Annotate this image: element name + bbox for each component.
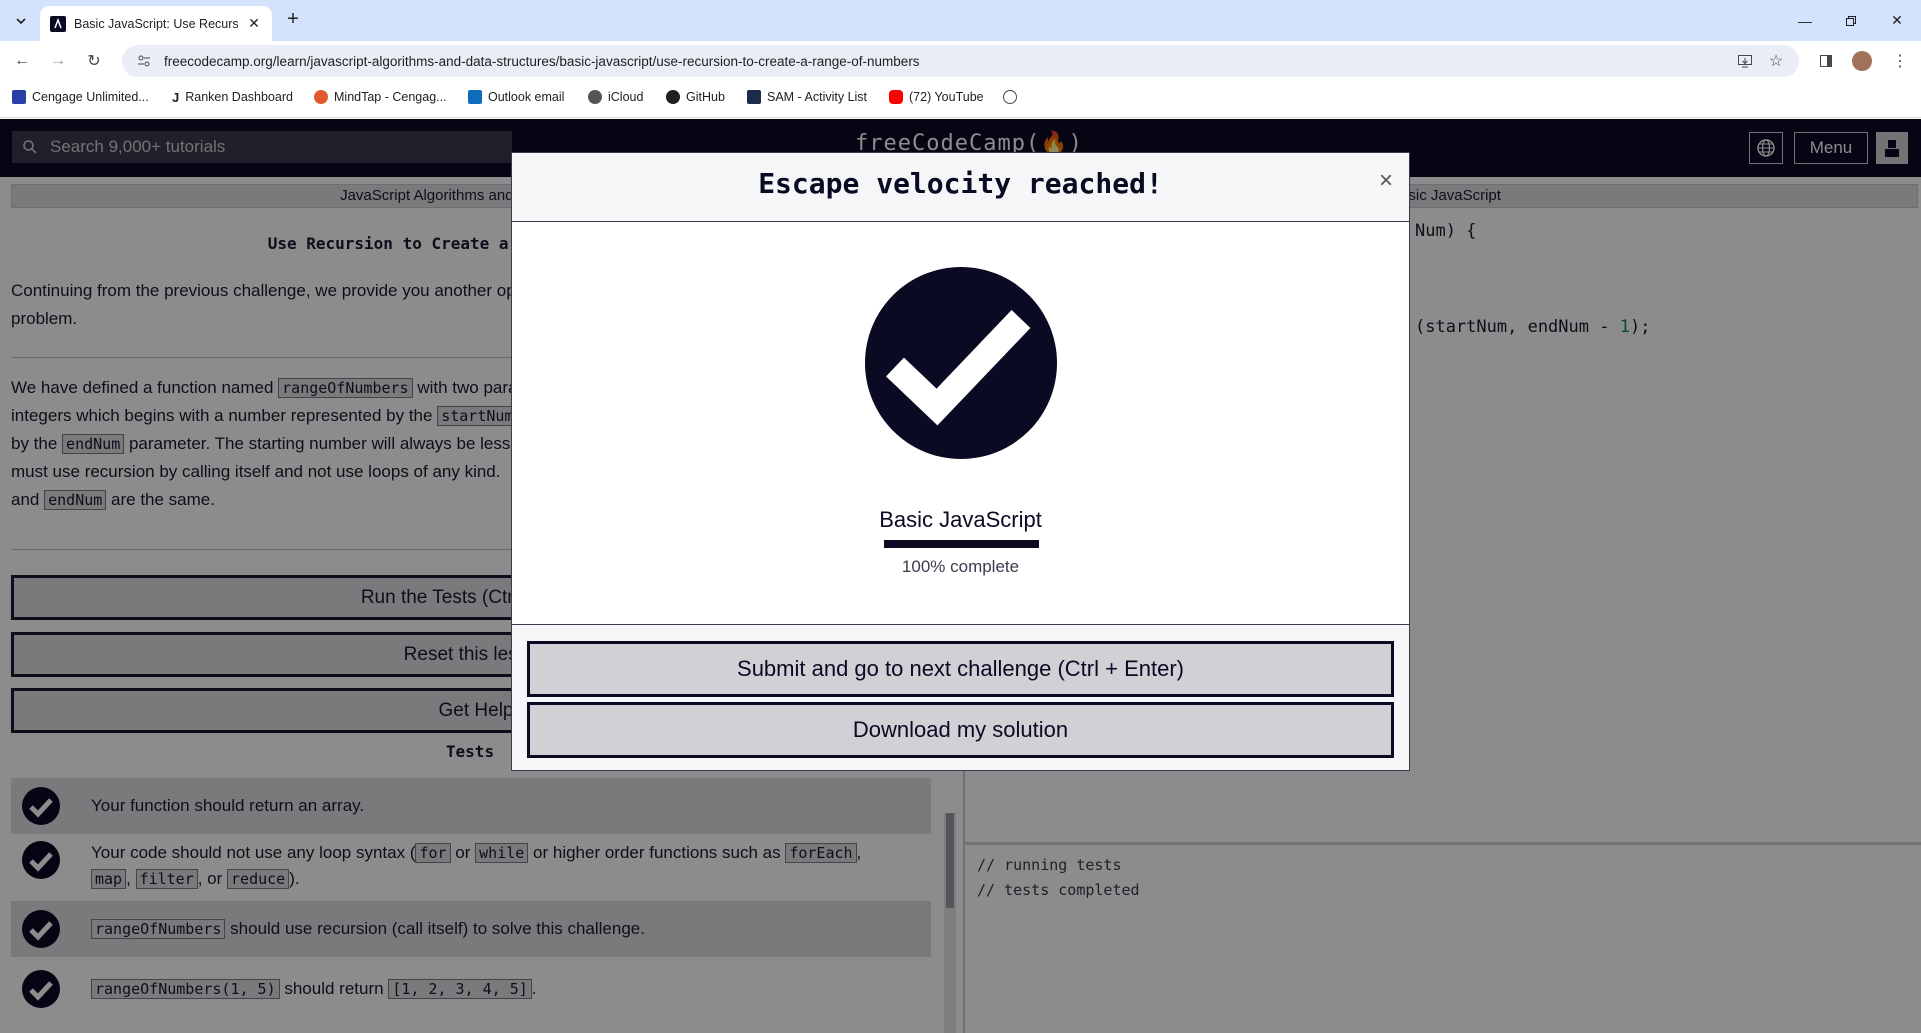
side-panel-icon[interactable] (1814, 49, 1838, 73)
block-title: Basic JavaScript (879, 507, 1042, 532)
tab-title: Basic JavaScript: Use Recursion (74, 16, 238, 31)
new-tab-button[interactable]: + (282, 9, 304, 31)
minimize-icon[interactable]: — (1782, 0, 1828, 41)
progress-text: 100% complete (901, 557, 1020, 576)
close-window-icon[interactable]: ✕ (1874, 0, 1920, 41)
url-text: freecodecamp.org/learn/javascript-algori… (164, 53, 920, 69)
outlook-icon (468, 90, 482, 104)
back-icon[interactable]: ← (10, 49, 34, 73)
site-info-icon[interactable] (136, 53, 152, 69)
bookmark-star-icon[interactable]: ☆ (1764, 49, 1788, 73)
sam-icon (747, 90, 761, 104)
modal-title: Escape velocity reached! (758, 167, 1163, 200)
bookmark-youtube[interactable]: (72) YouTube (889, 90, 984, 104)
bookmark-label: MindTap - Cengag... (334, 90, 447, 104)
modal-header: Escape velocity reached! × (512, 153, 1409, 222)
modal-footer: Submit and go to next challenge (Ctrl + … (512, 624, 1409, 770)
block-progress-bar (884, 540, 1039, 548)
more-options-icon[interactable]: ⋮ (1888, 49, 1912, 73)
modal-close-icon[interactable]: × (1374, 169, 1398, 193)
modal-body: Basic JavaScript 100% complete (512, 222, 1409, 624)
bookmark-label: (72) YouTube (909, 90, 984, 104)
tab-close-icon[interactable]: ✕ (246, 15, 262, 32)
tab-search-icon[interactable] (10, 10, 32, 32)
bookmark-sam[interactable]: SAM - Activity List (747, 90, 867, 104)
youtube-icon (889, 90, 903, 104)
bookmark-cengage-unlimited[interactable]: Cengage Unlimited... (12, 90, 149, 104)
bookmark-label: iCloud (608, 90, 644, 104)
progress-fill (884, 540, 1039, 548)
github-icon (666, 90, 680, 104)
reload-icon[interactable]: ↻ (82, 49, 106, 73)
submit-next-challenge-button[interactable]: Submit and go to next challenge (Ctrl + … (527, 641, 1394, 697)
completion-modal: Escape velocity reached! × Basic JavaScr… (511, 152, 1410, 771)
bookmark-globe[interactable] (1003, 90, 1017, 104)
download-solution-button[interactable]: Download my solution (527, 702, 1394, 758)
bookmark-ranken-dashboard[interactable]: J Ranken Dashboard (172, 90, 293, 105)
bookmark-label: Ranken Dashboard (185, 90, 293, 104)
bookmark-github[interactable]: GitHub (666, 90, 725, 104)
browser-toolbar: ← → ↻ freecodecamp.org/learn/javascript-… (0, 41, 1921, 81)
restore-icon[interactable] (1828, 0, 1874, 41)
browser-tab-active[interactable]: Basic JavaScript: Use Recursion ✕ (40, 6, 272, 41)
bookmark-label: Outlook email (488, 90, 565, 104)
freecodecamp-favicon-icon (50, 15, 66, 32)
bookmark-label: Cengage Unlimited... (32, 90, 149, 104)
mindtap-icon (314, 90, 328, 104)
bookmark-mindtap[interactable]: MindTap - Cengag... (314, 90, 447, 104)
bookmark-outlook[interactable]: Outlook email (468, 90, 564, 104)
browser-tab-bar: Basic JavaScript: Use Recursion ✕ + — ✕ (0, 0, 1921, 41)
bookmarks-bar: Cengage Unlimited... J Ranken Dashboard M… (0, 81, 1921, 118)
bookmark-label: GitHub (686, 90, 725, 104)
ranken-icon: J (172, 90, 180, 105)
globe-icon (1003, 90, 1017, 104)
address-bar[interactable]: freecodecamp.org/learn/javascript-algori… (122, 45, 1799, 77)
cengage-icon (12, 90, 26, 104)
install-app-icon[interactable] (1733, 49, 1757, 73)
completion-check-icon (865, 267, 1057, 459)
bookmark-label: SAM - Activity List (767, 90, 868, 104)
apple-icon (588, 90, 602, 104)
bookmark-icloud[interactable]: iCloud (588, 90, 643, 104)
forward-icon[interactable]: → (46, 49, 70, 73)
profile-avatar[interactable] (1852, 51, 1872, 71)
